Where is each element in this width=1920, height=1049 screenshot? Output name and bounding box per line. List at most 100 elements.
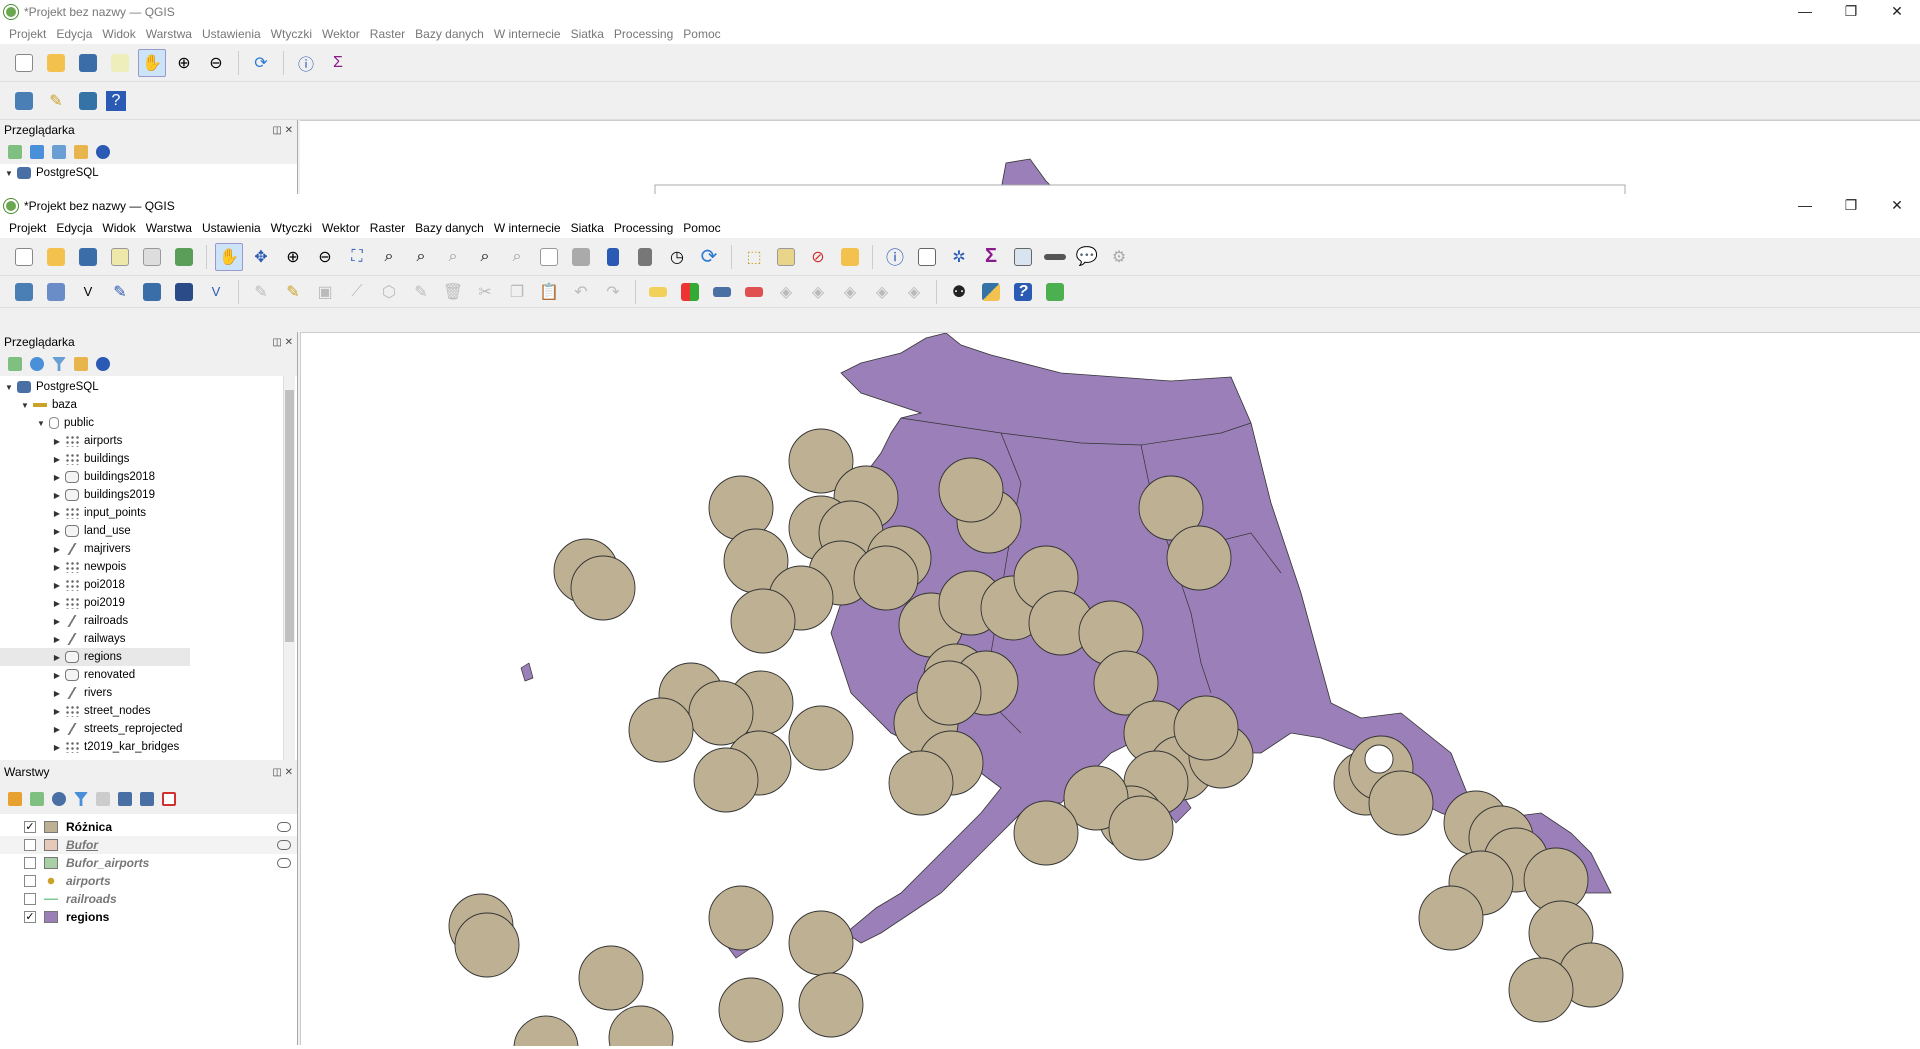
properties-icon[interactable] <box>96 357 110 371</box>
map-canvas[interactable] <box>300 332 1920 1049</box>
attribute-table-icon[interactable] <box>1009 243 1037 271</box>
layer-item-bufor-airports[interactable]: Bufor_airports <box>0 854 297 872</box>
menu-w-internecie[interactable]: W internecie <box>489 27 566 41</box>
zoom-to-layer-icon[interactable]: ⌕ <box>407 243 435 271</box>
paste-features-icon[interactable]: 📋 <box>535 278 563 306</box>
layer-visibility-checkbox[interactable] <box>24 893 36 905</box>
remove-layer-icon[interactable] <box>162 792 176 806</box>
menu-pomoc[interactable]: Pomoc <box>678 27 725 41</box>
expand-arrow-icon[interactable]: ▶ <box>52 527 62 536</box>
add-layer-icon[interactable] <box>10 87 38 115</box>
expand-arrow-icon[interactable]: ▶ <box>52 707 62 716</box>
pan-to-selection-icon[interactable]: ✥ <box>247 243 275 271</box>
browser-table-newpois[interactable]: ▶ newpois <box>0 558 297 576</box>
browser-scrollbar[interactable] <box>283 376 295 760</box>
expand-arrow-icon[interactable]: ▶ <box>52 743 62 752</box>
float-panel-icon[interactable]: ◫ <box>272 767 281 778</box>
expand-arrow-icon[interactable]: ▶ <box>52 653 62 662</box>
rotate-label-icon[interactable]: ◈ <box>804 278 832 306</box>
save-project-icon[interactable] <box>74 243 102 271</box>
layer-visibility-checkbox[interactable] <box>24 839 36 851</box>
add-group-icon[interactable] <box>30 792 44 806</box>
menu-projekt[interactable]: Projekt <box>4 27 51 41</box>
processing-toolbox-icon[interactable]: ✲ <box>945 243 973 271</box>
expand-arrow-icon[interactable]: ▶ <box>52 671 62 680</box>
collapse-arrow-icon[interactable]: ▼ <box>20 401 30 410</box>
style-layer-icon[interactable] <box>8 792 22 806</box>
menu-bazy-danych[interactable]: Bazy danych <box>410 27 489 41</box>
collapse-arrow-icon[interactable]: ▼ <box>36 419 46 428</box>
map-tips-icon[interactable]: 💬 <box>1073 243 1101 271</box>
new-bookmark-icon[interactable] <box>599 243 627 271</box>
browser-table-majrivers[interactable]: ▶ majrivers <box>0 540 297 558</box>
back-browser-postgresql[interactable]: ▼ PostgreSQL <box>0 164 297 182</box>
menu-wtyczki[interactable]: Wtyczki <box>266 27 317 41</box>
delete-selected-icon[interactable]: 🗑 <box>439 278 467 306</box>
statistics-icon[interactable]: Σ <box>324 49 352 77</box>
minimize-button[interactable]: — <box>1782 194 1828 218</box>
save-edits-icon[interactable]: ▣ <box>311 278 339 306</box>
layer-item-r-nica[interactable]: ✓ Różnica <box>0 818 297 836</box>
undo-icon[interactable]: ↶ <box>567 278 595 306</box>
menu-siatka[interactable]: Siatka <box>566 27 609 41</box>
browser-table-land-use[interactable]: ▶ land_use <box>0 522 297 540</box>
expand-arrow-icon[interactable]: ▶ <box>52 581 62 590</box>
filter-browser-icon[interactable] <box>52 357 66 371</box>
layer-visibility-checkbox[interactable] <box>24 875 36 887</box>
copy-features-icon[interactable]: ❐ <box>503 278 531 306</box>
expand-arrow-icon[interactable]: ▶ <box>52 599 62 608</box>
minimize-icon[interactable]: — <box>1782 0 1828 24</box>
filter-indicator-icon[interactable] <box>277 840 291 850</box>
expand-arrow-icon[interactable]: ▶ <box>52 437 62 446</box>
close-panel-icon[interactable]: ✕ <box>285 337 293 348</box>
expand-arrow-icon[interactable]: ▶ <box>52 545 62 554</box>
menu-raster[interactable]: Raster <box>365 27 410 41</box>
menu-w-internecie[interactable]: W internecie <box>489 221 566 235</box>
menu-pomoc[interactable]: Pomoc <box>678 221 725 235</box>
browser-table-streets-reprojected[interactable]: ▶ streets_reprojected <box>0 720 297 738</box>
new-project-icon[interactable] <box>10 243 38 271</box>
refresh-icon[interactable]: ⟳ <box>247 49 275 77</box>
browser-table-buildings[interactable]: ▶ buildings <box>0 450 297 468</box>
current-edits-icon[interactable]: ✎ <box>247 278 275 306</box>
manage-visibility-icon[interactable] <box>52 792 66 806</box>
print-layout-icon[interactable] <box>106 49 134 77</box>
expand-arrow-icon[interactable]: ▶ <box>52 473 62 482</box>
select-by-value-icon[interactable] <box>772 243 800 271</box>
browser-table-buildings2019[interactable]: ▶ buildings2019 <box>0 486 297 504</box>
show-hide-labels-icon[interactable]: ◈ <box>868 278 896 306</box>
temporal-controller-icon[interactable]: ◷ <box>663 243 691 271</box>
browser-table-railways[interactable]: ▶ railways <box>0 630 297 648</box>
expand-arrow-icon[interactable]: ▶ <box>52 509 62 518</box>
new-shapefile-layer-icon[interactable]: V <box>74 278 102 306</box>
new-map-view-icon[interactable] <box>535 243 563 271</box>
menu-wektor[interactable]: Wektor <box>317 221 365 235</box>
new-project-icon[interactable] <box>10 49 38 77</box>
layer-visibility-checkbox[interactable]: ✓ <box>24 821 36 833</box>
pin-labels-icon[interactable] <box>708 278 736 306</box>
scrollbar-thumb[interactable] <box>285 390 294 642</box>
new-geopackage-layer-icon[interactable] <box>42 278 70 306</box>
close-panel-icon[interactable]: ✕ <box>285 767 293 778</box>
new-3d-view-icon[interactable] <box>567 243 595 271</box>
close-icon[interactable]: ✕ <box>1874 0 1920 24</box>
open-attribute-table-icon[interactable] <box>913 243 941 271</box>
identify-features-icon[interactable]: ⓘ <box>881 243 909 271</box>
layer-item-railroads[interactable]: railroads <box>0 890 297 908</box>
add-feature-icon[interactable]: ⟋ <box>343 278 371 306</box>
zoom-next-icon[interactable]: ⌕ <box>503 243 531 271</box>
identify-icon[interactable]: ⓘ <box>292 49 320 77</box>
expand-arrow-icon[interactable]: ▶ <box>52 725 62 734</box>
menu-widok[interactable]: Widok <box>97 221 140 235</box>
pan-icon[interactable]: ✋ <box>138 48 166 77</box>
modify-attributes-icon[interactable]: ✎ <box>407 278 435 306</box>
expand-all-icon[interactable] <box>118 792 132 806</box>
add-virtual-layer-icon[interactable]: V <box>202 278 230 306</box>
show-bookmarks-icon[interactable] <box>631 243 659 271</box>
panel-float-close-icon[interactable]: ◫ ✕ <box>272 125 293 136</box>
zoom-in-icon[interactable]: ⊕ <box>279 243 307 271</box>
filter-by-expression-icon[interactable] <box>96 792 110 806</box>
browser-table-input-points[interactable]: ▶ input_points <box>0 504 297 522</box>
filter-indicator-icon[interactable] <box>277 858 291 868</box>
browser-table-regions[interactable]: ▶ regions <box>0 648 190 666</box>
